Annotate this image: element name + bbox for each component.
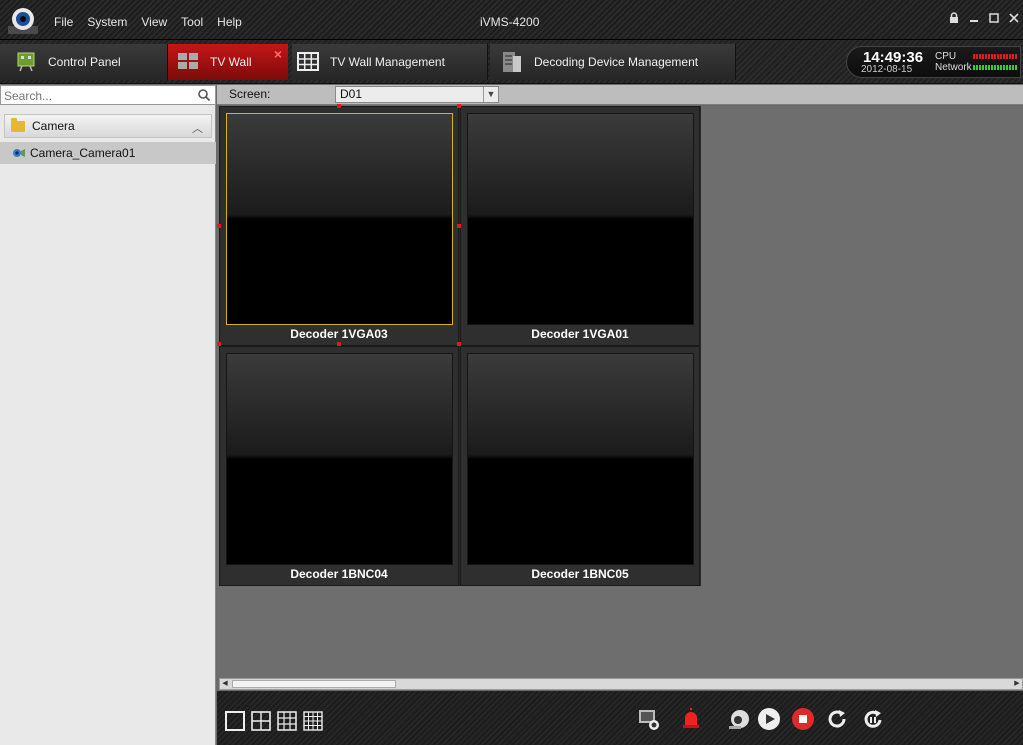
tab-label: TV Wall	[210, 55, 252, 69]
camera-list-item[interactable]: Camera_Camera01	[0, 142, 216, 164]
menu-system[interactable]: System	[87, 15, 127, 29]
wall-cell[interactable]: Decoder 1BNC04	[219, 346, 459, 586]
screenshot-icon[interactable]	[637, 707, 661, 731]
menu-tool[interactable]: Tool	[181, 15, 203, 29]
layout-1x1-icon[interactable]	[225, 711, 245, 731]
scroll-right-arrow-icon[interactable]: ▶	[1012, 679, 1022, 689]
grid-icon	[297, 52, 319, 71]
close-icon[interactable]	[1007, 12, 1021, 26]
chevron-up-icon[interactable]: ︿	[192, 120, 203, 136]
refresh-icon[interactable]	[825, 707, 849, 731]
layout-2x2-icon[interactable]	[251, 711, 271, 731]
resize-handle[interactable]	[217, 224, 221, 228]
tab-label: TV Wall Management	[330, 55, 445, 69]
tab-decoding-device-management[interactable]: Decoding Device Management	[490, 44, 736, 80]
cpu-usage-bar	[973, 54, 1017, 59]
network-usage-bar	[973, 65, 1017, 70]
decoder-label: Decoder 1VGA01	[531, 327, 629, 341]
maximize-icon[interactable]	[987, 12, 1001, 26]
camera-label: Camera_Camera01	[30, 146, 136, 160]
decoder-screen[interactable]	[226, 353, 453, 565]
play-icon[interactable]	[757, 707, 781, 731]
lock-icon[interactable]	[947, 12, 961, 26]
app-logo-icon	[8, 8, 38, 34]
tab-label: Decoding Device Management	[534, 55, 699, 69]
screen-selector-bar: Screen: D01 ▼	[217, 85, 1023, 105]
module-tab-bar: Control Panel TV Wall × TV Wall Manageme…	[0, 40, 1023, 84]
camera-icon	[13, 149, 25, 157]
decoding-device-icon	[503, 52, 521, 72]
layout-3x3-icon[interactable]	[277, 711, 297, 731]
screen-dropdown[interactable]: D01 ▼	[335, 86, 499, 103]
tab-control-panel[interactable]: Control Panel	[0, 44, 168, 80]
resize-handle[interactable]	[217, 342, 221, 346]
group-label: Camera	[32, 119, 75, 133]
wall-cell[interactable]: Decoder 1VGA03	[219, 106, 459, 346]
window-controls	[947, 12, 1021, 26]
stop-icon[interactable]	[791, 707, 815, 731]
cpu-label: CPU	[935, 51, 957, 62]
tab-label: Control Panel	[48, 55, 121, 69]
minimize-icon[interactable]	[967, 12, 981, 26]
folder-icon	[11, 117, 25, 132]
resize-handle[interactable]	[457, 104, 461, 108]
tv-wall-canvas[interactable]: Decoder 1VGA03 Decoder 1VGA01 Decoder 1B…	[217, 104, 1023, 678]
scroll-thumb[interactable]	[232, 680, 396, 688]
tv-wall-icon	[178, 53, 198, 69]
decoder-label: Decoder 1BNC04	[290, 567, 388, 581]
tv-wall-grid: Decoder 1VGA03 Decoder 1VGA01 Decoder 1B…	[217, 104, 701, 586]
clock-date: 2012-08-15	[861, 64, 913, 75]
alarm-icon[interactable]	[679, 707, 703, 731]
screen-selected-value: D01	[340, 87, 363, 101]
resize-handle[interactable]	[457, 224, 461, 228]
search-box	[0, 85, 216, 105]
cycle-pause-icon[interactable]	[861, 707, 885, 731]
camera-group-header[interactable]: Camera ︿	[4, 114, 212, 138]
decoder-screen[interactable]	[467, 113, 694, 325]
screen-label: Screen:	[229, 87, 271, 101]
menu-view[interactable]: View	[141, 15, 167, 29]
decoder-label: Decoder 1VGA03	[290, 327, 388, 341]
scroll-left-arrow-icon[interactable]: ◀	[220, 679, 230, 689]
resource-panel: Camera ︿ Camera_Camera01	[0, 85, 216, 745]
ptz-camera-icon[interactable]	[727, 707, 751, 731]
menu-file[interactable]: File	[54, 15, 73, 29]
network-label: Network	[935, 62, 972, 73]
tab-close-icon[interactable]: ×	[274, 46, 282, 62]
chevron-down-icon[interactable]: ▼	[483, 87, 498, 102]
title-bar: File System View Tool Help iVMS-4200	[0, 0, 1023, 40]
bottom-toolbar	[217, 691, 1023, 745]
decoder-screen[interactable]	[467, 353, 694, 565]
tab-tv-wall[interactable]: TV Wall ×	[168, 44, 288, 80]
horizontal-scrollbar[interactable]: ◀ ▶	[219, 678, 1023, 690]
wall-cell[interactable]: Decoder 1BNC05	[460, 346, 700, 586]
wall-cell[interactable]: Decoder 1VGA01	[460, 106, 700, 346]
decoder-screen[interactable]	[226, 113, 453, 325]
status-panel: 14:49:36 2012-08-15 CPU Network	[846, 46, 1021, 78]
resize-handle[interactable]	[337, 342, 341, 346]
app-title: iVMS-4200	[480, 15, 540, 29]
menu-bar: File System View Tool Help	[54, 15, 242, 29]
layout-4x4-icon[interactable]	[303, 711, 323, 731]
resize-handle[interactable]	[337, 104, 341, 108]
resize-handle[interactable]	[457, 342, 461, 346]
search-icon[interactable]	[197, 88, 211, 102]
search-input[interactable]	[4, 88, 184, 103]
control-panel-icon	[17, 52, 35, 72]
tab-tv-wall-management[interactable]: TV Wall Management	[292, 44, 488, 80]
menu-help[interactable]: Help	[217, 15, 242, 29]
decoder-label: Decoder 1BNC05	[531, 567, 629, 581]
